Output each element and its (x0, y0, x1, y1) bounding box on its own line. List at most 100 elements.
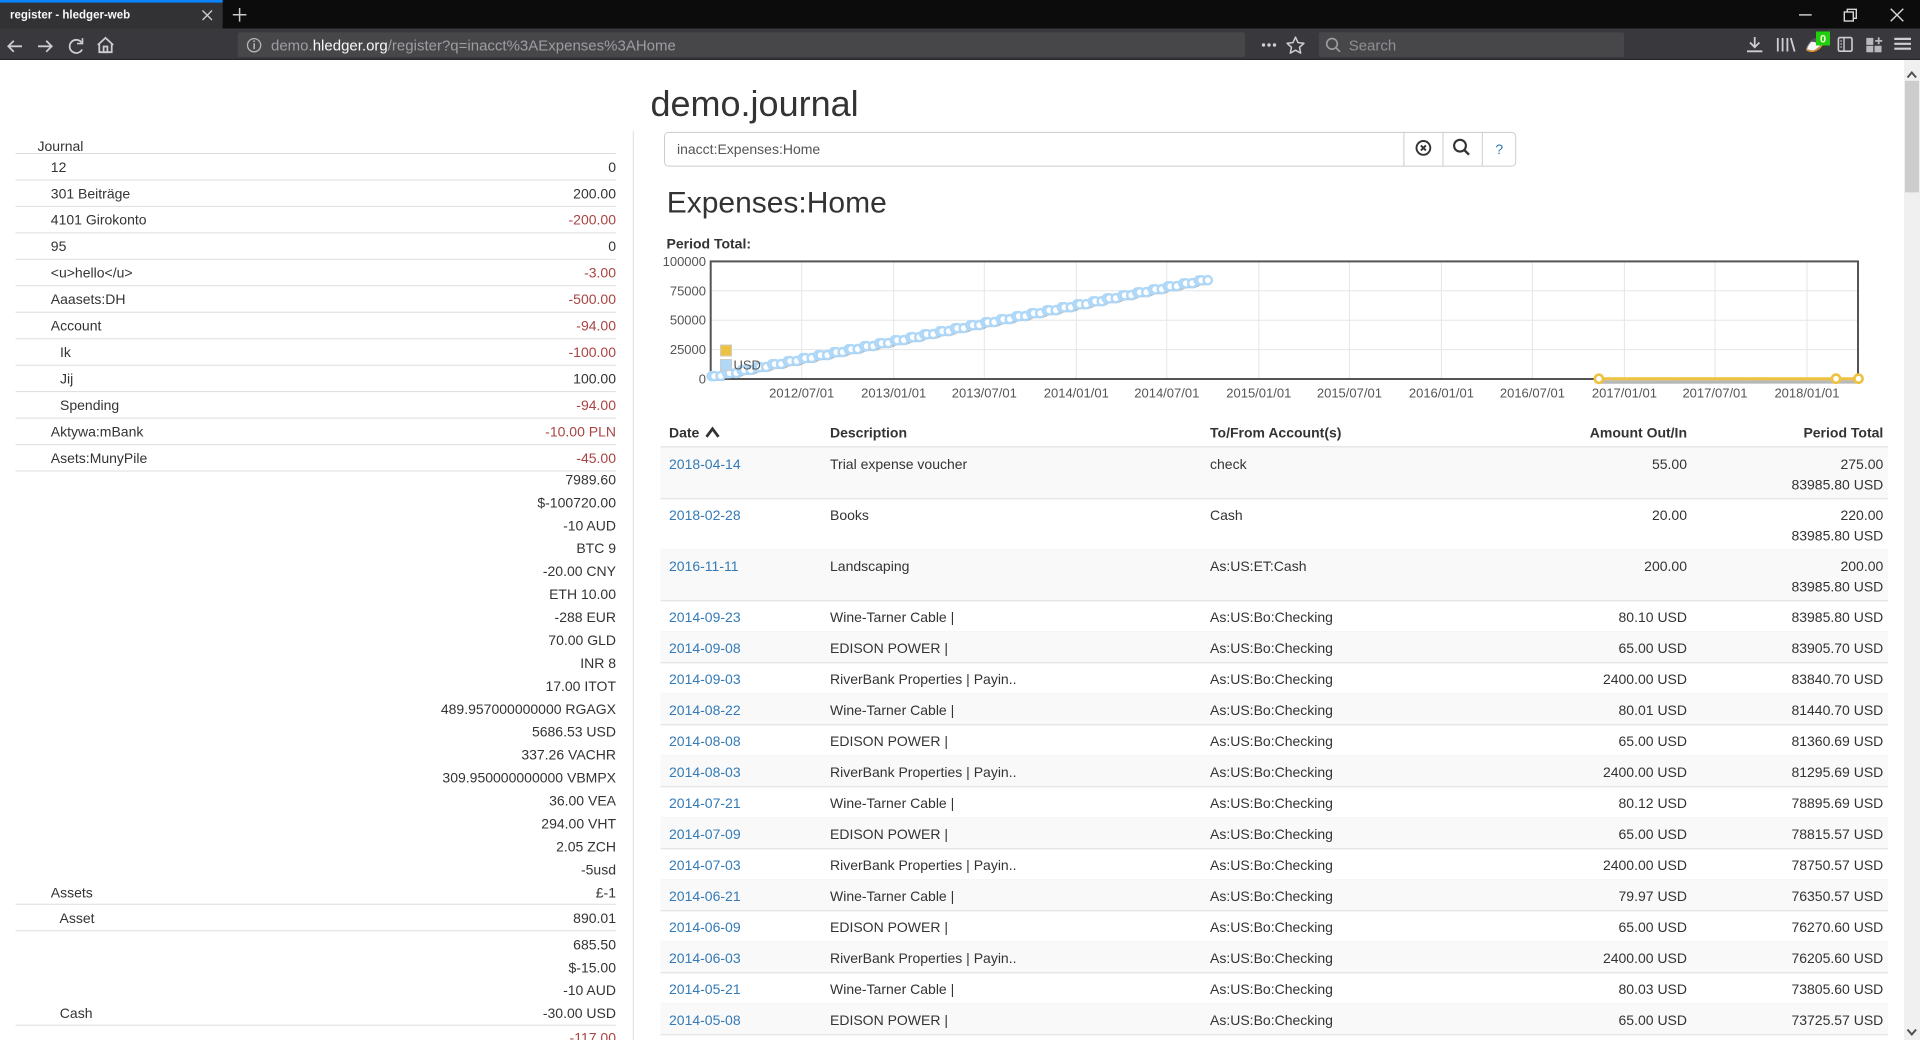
svg-text:-5usd: -5usd (581, 861, 616, 877)
svg-text:-3.00: -3.00 (584, 265, 616, 281)
svg-text:As:US:Bo:Checking: As:US:Bo:Checking (1210, 702, 1333, 718)
svg-text:83985.80 USD: 83985.80 USD (1791, 527, 1883, 543)
svg-text:36.00 VEA: 36.00 VEA (549, 793, 617, 809)
svg-text:Spending: Spending (60, 397, 119, 413)
svg-text:2014-06-09: 2014-06-09 (669, 919, 741, 935)
svg-text:2014-06-03: 2014-06-03 (669, 950, 741, 966)
svg-text:ETH 10.00: ETH 10.00 (549, 586, 616, 602)
svg-text:Expenses:Home: Expenses:Home (667, 186, 887, 219)
svg-text:2014/07/01: 2014/07/01 (1134, 386, 1199, 401)
svg-text:100000: 100000 (663, 254, 706, 269)
svg-text:EDISON POWER |: EDISON POWER | (830, 640, 948, 656)
svg-text:83985.80 USD: 83985.80 USD (1791, 578, 1883, 594)
svg-text:76350.57 USD: 76350.57 USD (1791, 888, 1883, 904)
svg-text:-94.00: -94.00 (576, 318, 616, 334)
svg-text:83840.70 USD: 83840.70 USD (1791, 671, 1883, 687)
svg-text:As:US:Bo:Checking: As:US:Bo:Checking (1210, 733, 1333, 749)
svg-text:309.950000000000 VBMPX: 309.950000000000 VBMPX (442, 770, 616, 786)
svg-text:Trial expense voucher: Trial expense voucher (830, 456, 968, 472)
svg-text:2400.00 USD: 2400.00 USD (1603, 671, 1687, 687)
svg-text:65.00 USD: 65.00 USD (1619, 1012, 1687, 1028)
svg-text:0: 0 (1820, 33, 1826, 45)
svg-text:50000: 50000 (670, 313, 706, 328)
svg-text:-45.00: -45.00 (576, 450, 616, 466)
svg-text:inacct:Expenses:Home: inacct:Expenses:Home (677, 141, 820, 157)
svg-text:RiverBank Properties | Payin..: RiverBank Properties | Payin.. (830, 671, 1017, 687)
svg-text:RiverBank Properties | Payin..: RiverBank Properties | Payin.. (830, 950, 1017, 966)
svg-text:Books: Books (830, 507, 869, 523)
svg-text:Cash: Cash (1210, 507, 1243, 523)
svg-text:As:US:Bo:Checking: As:US:Bo:Checking (1210, 671, 1333, 687)
svg-text:55.00: 55.00 (1652, 456, 1687, 472)
svg-text:As:US:Bo:Checking: As:US:Bo:Checking (1210, 1012, 1333, 1028)
svg-text:As:US:Bo:Checking: As:US:Bo:Checking (1210, 950, 1333, 966)
svg-text:USD: USD (734, 358, 761, 373)
svg-text:Aktywa:mBank: Aktywa:mBank (51, 423, 145, 439)
svg-text:As:US:Bo:Checking: As:US:Bo:Checking (1210, 919, 1333, 935)
svg-text:BTC 9: BTC 9 (576, 540, 616, 556)
svg-text:£-1: £-1 (596, 884, 616, 900)
svg-text:demo.journal: demo.journal (651, 83, 859, 124)
svg-text:As:US:Bo:Checking: As:US:Bo:Checking (1210, 640, 1333, 656)
svg-text:81360.69 USD: 81360.69 USD (1791, 733, 1883, 749)
svg-text:65.00 USD: 65.00 USD (1619, 733, 1687, 749)
svg-text:Description: Description (830, 424, 907, 440)
svg-text:As:US:Bo:Checking: As:US:Bo:Checking (1210, 609, 1333, 625)
svg-text:81440.70 USD: 81440.70 USD (1791, 702, 1883, 718)
svg-text:2014-06-21: 2014-06-21 (669, 888, 741, 904)
svg-text:As:US:Bo:Checking: As:US:Bo:Checking (1210, 795, 1333, 811)
svg-text:check: check (1210, 456, 1248, 472)
svg-text:2018-04-14: 2018-04-14 (669, 456, 741, 472)
svg-text:65.00 USD: 65.00 USD (1619, 826, 1687, 842)
svg-text:70.00 GLD: 70.00 GLD (548, 632, 616, 648)
svg-text:17.00 ITOT: 17.00 ITOT (545, 678, 616, 694)
svg-text:200.00: 200.00 (1644, 558, 1687, 574)
svg-text:2013/01/01: 2013/01/01 (861, 386, 926, 401)
svg-text:register - hledger-web: register - hledger-web (10, 10, 130, 22)
svg-text:Asets:MunyPile: Asets:MunyPile (51, 450, 148, 466)
svg-text:78750.57 USD: 78750.57 USD (1791, 857, 1883, 873)
svg-text:2400.00 USD: 2400.00 USD (1603, 764, 1687, 780)
svg-text:83905.70 USD: 83905.70 USD (1791, 640, 1883, 656)
svg-text:To/From Account(s): To/From Account(s) (1210, 424, 1341, 440)
svg-text:Date: Date (669, 424, 700, 440)
svg-text:Amount Out/In: Amount Out/In (1590, 424, 1687, 440)
svg-text:Jij: Jij (60, 371, 73, 387)
svg-text:<u>hello</u>: <u>hello</u> (51, 265, 133, 281)
svg-text:-117.00: -117.00 (570, 1029, 617, 1040)
svg-text:2016/01/01: 2016/01/01 (1409, 386, 1474, 401)
svg-text:EDISON POWER |: EDISON POWER | (830, 826, 948, 842)
svg-text:Wine-Tarner Cable |: Wine-Tarner Cable | (830, 795, 954, 811)
svg-text:20.00: 20.00 (1652, 507, 1687, 523)
svg-text:-100.00: -100.00 (569, 344, 617, 360)
svg-text:2400.00 USD: 2400.00 USD (1603, 950, 1687, 966)
svg-text:25000: 25000 (670, 342, 706, 357)
svg-text:2014-05-08: 2014-05-08 (669, 1012, 741, 1028)
svg-text:Landscaping: Landscaping (830, 558, 909, 574)
svg-text:?: ? (1495, 141, 1503, 157)
svg-text:EDISON POWER |: EDISON POWER | (830, 733, 948, 749)
svg-text:2017/07/01: 2017/07/01 (1682, 386, 1747, 401)
svg-text:RiverBank Properties | Payin..: RiverBank Properties | Payin.. (830, 857, 1017, 873)
svg-text:73805.60 USD: 73805.60 USD (1791, 981, 1883, 997)
svg-text:2012/07/01: 2012/07/01 (769, 386, 834, 401)
svg-text:81295.69 USD: 81295.69 USD (1791, 764, 1883, 780)
svg-text:7989.60: 7989.60 (565, 471, 616, 487)
svg-text:Assets: Assets (51, 884, 93, 900)
svg-text:2015/07/01: 2015/07/01 (1317, 386, 1382, 401)
svg-text:5686.53 USD: 5686.53 USD (532, 724, 616, 740)
svg-text:685.50: 685.50 (573, 937, 616, 953)
svg-text:As:US:Bo:Checking: As:US:Bo:Checking (1210, 764, 1333, 780)
svg-text:INR 8: INR 8 (580, 655, 616, 671)
svg-text:489.957000000000 RGAGX: 489.957000000000 RGAGX (441, 701, 617, 717)
svg-text:100.00: 100.00 (573, 371, 616, 387)
svg-text:2014-08-22: 2014-08-22 (669, 702, 741, 718)
svg-text:2014-08-03: 2014-08-03 (669, 764, 741, 780)
svg-text:76270.60 USD: 76270.60 USD (1791, 919, 1883, 935)
svg-text:2014-07-09: 2014-07-09 (669, 826, 741, 842)
svg-text:-30.00 USD: -30.00 USD (543, 1005, 616, 1021)
svg-text:80.10 USD: 80.10 USD (1619, 609, 1687, 625)
svg-text:2018/01/01: 2018/01/01 (1774, 386, 1839, 401)
svg-text:As:US:Bo:Checking: As:US:Bo:Checking (1210, 857, 1333, 873)
svg-text:Wine-Tarner Cable |: Wine-Tarner Cable | (830, 981, 954, 997)
